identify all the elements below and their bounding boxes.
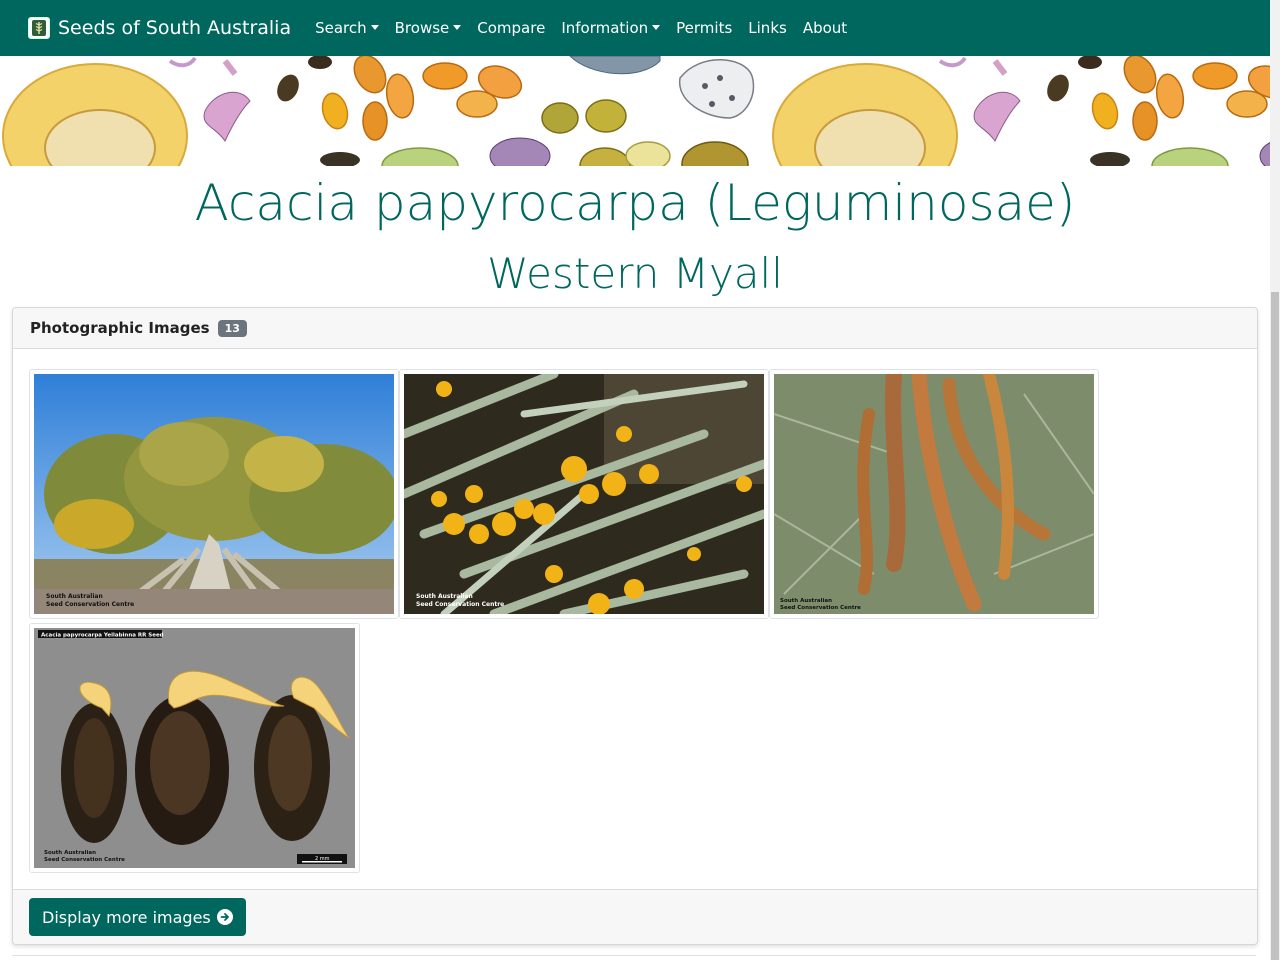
nav-search-label: Search [315,19,367,37]
card-body: South Australian Seed Conservation Centr… [13,349,1257,889]
species-title: Acacia papyrocarpa (Leguminosae) [194,174,1076,232]
image-count-badge: 13 [217,319,247,337]
brand-name: Seeds of South Australia [58,17,292,39]
caret-down-icon [652,24,661,30]
photographic-images-card: Photographic Images 13 South Australian … [12,307,1258,945]
nav-permits[interactable]: Permits [668,19,740,37]
page-scrollbar[interactable] [1270,0,1280,960]
photo-credit-line1: South Australian [416,593,473,600]
nav-information[interactable]: Information [553,19,668,37]
seed-logo-icon [28,17,50,39]
photo-thumbnail-flowers[interactable]: South Australian Seed Conservation Centr… [399,369,769,619]
nav-information-label: Information [561,19,649,37]
caret-down-icon [453,24,462,30]
nav-links[interactable]: Links [740,19,795,37]
navbar: Seeds of South Australia Search Browse C… [0,0,1270,56]
photo-caption: Acacia papyrocarpa Yellabinna RR Seed [41,633,164,639]
caret-down-icon [370,24,379,30]
scale-bar-label: 2 mm [315,856,330,862]
common-name: Western Myall [487,249,783,298]
nav-links-label: Links [748,19,787,37]
brand-link[interactable]: Seeds of South Australia [28,17,291,39]
nav-search[interactable]: Search [307,19,387,37]
card-footer: Display more images [13,889,1257,944]
seed-illustration-banner [0,56,1270,166]
photo-credit-line2: Seed Conservation Centre [46,601,134,608]
scrollbar-thumb[interactable] [1271,292,1279,960]
nav-browse[interactable]: Browse [387,19,470,37]
photo-thumbnail-tree[interactable]: South Australian Seed Conservation Centr… [29,369,399,619]
photo-credit-line1: South Australian [46,593,103,600]
display-more-images-button[interactable]: Display more images [29,898,246,936]
next-section-edge [12,955,1256,961]
photo-credit-line2: Seed Conservation Centre [416,601,504,608]
display-more-images-label: Display more images [42,907,211,927]
nav-permits-label: Permits [676,19,733,37]
arrow-right-circle-icon [216,909,233,925]
nav-compare[interactable]: Compare [469,19,553,37]
nav-about[interactable]: About [795,19,855,37]
nav-browse-label: Browse [394,19,450,37]
card-header-title: Photographic Images [30,319,210,337]
card-header: Photographic Images 13 [13,308,1257,349]
photo-thumbnail-pods[interactable]: South Australian Seed Conservation Centr… [769,369,1099,619]
nav-about-label: About [802,19,848,37]
photo-thumbnail-seeds[interactable]: Acacia papyrocarpa Yellabinna RR Seed So… [29,623,360,873]
photo-credit-line2: Seed Conservation Centre [44,857,125,863]
nav-compare-label: Compare [477,19,546,37]
photo-credit-line1: South Australian [780,598,832,604]
photo-credit-line2: Seed Conservation Centre [780,605,861,611]
photo-credit-line1: South Australian [44,850,96,856]
